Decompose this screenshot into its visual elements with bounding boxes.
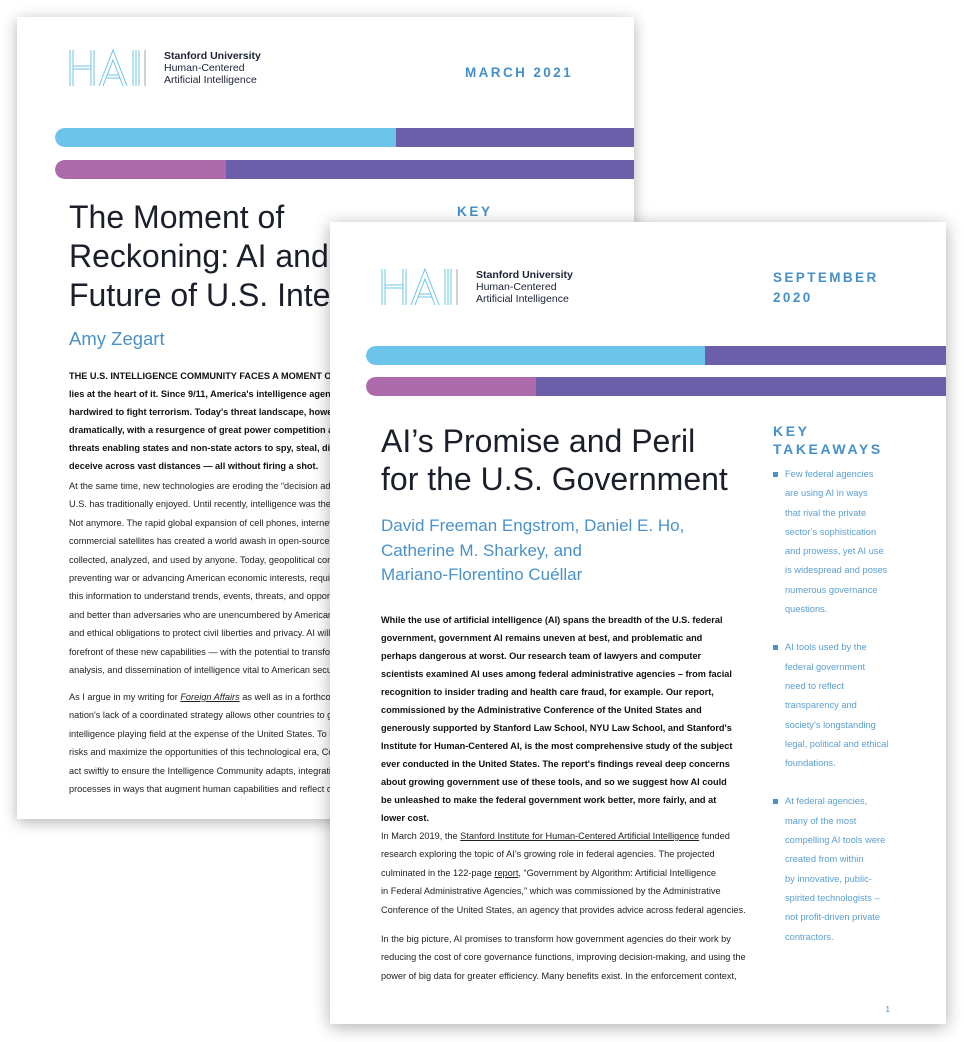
decorative-bar-bottom (55, 160, 634, 179)
takeaway-item: AI tools used by the federal government … (773, 638, 903, 773)
logo-line-2: Human-Centered (476, 281, 557, 293)
stanford-hai-link[interactable]: Stanford Institute for Human-Centered Ar… (460, 831, 699, 841)
bullet-square-icon (773, 799, 778, 805)
logo-line-2: Human-Centered (164, 62, 245, 74)
bullet-square-icon (773, 645, 778, 651)
report-link[interactable]: report (494, 868, 518, 878)
page-number: 1 (885, 1005, 890, 1014)
takeaway-item: Few federal agencies are using AI in way… (773, 465, 903, 619)
logo-line-3: Artificial Intelligence (164, 74, 257, 86)
decorative-bar-top (55, 128, 634, 147)
publication-date: MARCH 2021 (465, 65, 574, 80)
body-paragraph-1: In March 2019, the Stanford Institute fo… (381, 831, 746, 915)
bullet-square-icon (773, 472, 778, 477)
key-takeaways-heading: KEY (457, 204, 493, 219)
foreign-affairs-link[interactable]: Foreign Affairs (180, 692, 239, 702)
key-takeaways-list: Few federal agencies are using AI in way… (773, 465, 903, 966)
hai-logo: Stanford University Human-Centered Artif… (381, 268, 573, 306)
logo-line-1: Stanford University (164, 50, 261, 62)
page-title: AI’s Promise and Peril for the U.S. Gove… (381, 423, 728, 497)
publication-date: SEPTEMBER 2020 (773, 270, 879, 305)
logo-line-1: Stanford University (476, 269, 573, 281)
front-page-september-2020: Stanford University Human-Centered Artif… (330, 222, 946, 1024)
key-takeaways-heading: KEY TAKEAWAYS (773, 423, 883, 457)
decorative-bar-top (366, 346, 946, 365)
takeaway-item: At federal agencies, many of the most co… (773, 792, 903, 946)
hai-logo: Stanford University Human-Centered Artif… (69, 49, 261, 87)
body-paragraph-2: In the big picture, AI promises to trans… (381, 934, 746, 981)
decorative-bar-bottom (366, 377, 946, 396)
author-name: Amy Zegart (69, 328, 165, 349)
author-list: David Freeman Engstrom, Daniel E. Ho, Ca… (381, 516, 685, 584)
hai-mark-icon (69, 49, 146, 87)
hai-mark-icon (381, 268, 458, 306)
lead-paragraph: While the use of artificial intelligence… (381, 615, 733, 823)
logo-line-3: Artificial Intelligence (476, 293, 569, 305)
